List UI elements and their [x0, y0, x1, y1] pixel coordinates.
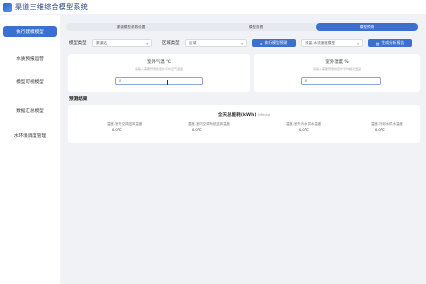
- scenario-select[interactable]: 流量-水流速度模型 ▾: [301, 39, 363, 47]
- metric-label: 温度-室外冷水供水温度: [286, 122, 322, 126]
- model-type-label: 模型类型: [69, 41, 87, 46]
- region-type-value: 区域: [189, 40, 197, 45]
- metric-label: 温度-室外空调送风温度: [107, 122, 143, 126]
- sidebar-item-dispatch[interactable]: 水环境调度管理: [3, 130, 57, 141]
- app-logo-icon: [3, 2, 12, 12]
- chevron-down-icon: ▾: [146, 42, 148, 46]
- tab-parameters[interactable]: 渠道模型参数设置: [66, 23, 196, 31]
- sidebar: 执行建模模型 水质预报运营 模型可视模型 数据汇总模型 水环境调度管理: [0, 15, 60, 284]
- tab-bar: 渠道模型参数设置 模型查看 模型预测: [66, 23, 418, 31]
- metric-value: 0.0℃: [192, 128, 202, 132]
- app-header: 渠道三维综合模型系统: [0, 0, 426, 14]
- humidity-hint: 请输入需要预测的室外平均相对湿度: [312, 67, 361, 71]
- temperature-hint: 请输入需要预测的室外平均空气温度: [134, 67, 183, 71]
- temperature-card: 室外气温 ℃ 请输入需要预测的室外平均空气温度 0: [68, 54, 250, 92]
- text-cursor-icon: [167, 79, 169, 85]
- chevron-down-icon: ▾: [357, 42, 359, 46]
- sidebar-item-forecast[interactable]: 水质预报运营: [3, 53, 57, 64]
- temperature-title: 室外气温 ℃: [147, 60, 171, 65]
- sidebar-item-visual[interactable]: 模型可视模型: [3, 76, 57, 87]
- metric-label: 温度-冷却水供水温度: [371, 122, 403, 126]
- metric-label: 湿度-室内空调系统送风温度: [188, 122, 230, 126]
- chevron-down-icon: ▾: [241, 42, 243, 46]
- scenario-value: 流量-水流速度模型: [305, 40, 336, 45]
- sidebar-item-model-build[interactable]: 执行建模模型: [3, 26, 57, 37]
- humidity-input[interactable]: 0: [301, 77, 381, 85]
- app-title: 渠道三维综合模型系统: [15, 3, 88, 11]
- model-type-select[interactable]: 渠道站 ▾: [92, 39, 152, 47]
- tab-view[interactable]: 模型查看: [196, 23, 316, 31]
- export-report-button[interactable]: ▤ 生成分析报告: [368, 39, 412, 47]
- metric-value: 0.0℃: [375, 128, 385, 132]
- metric-value: 0.0℃: [299, 128, 309, 132]
- results-card: 全天总能耗(kWh) kWh/kg 温度-室外空调送风温度 0.0℃ 湿度-室内…: [68, 105, 420, 143]
- metric-value: 0.0℃: [112, 128, 122, 132]
- temperature-input[interactable]: 0: [115, 77, 203, 85]
- tab-forecast[interactable]: 模型预测: [316, 23, 418, 31]
- sidebar-item-summary[interactable]: 数据汇总模型: [3, 105, 57, 116]
- document-icon: ▤: [375, 40, 380, 46]
- humidity-title: 室外湿度 %: [325, 60, 349, 65]
- run-forecast-button[interactable]: ▸ 执行模型预测: [252, 39, 296, 47]
- model-type-value: 渠道站: [96, 40, 107, 45]
- region-type-select[interactable]: 区域 ▾: [185, 39, 247, 47]
- region-type-label: 区域类型: [162, 41, 180, 46]
- results-section-title: 预测结果: [69, 97, 88, 102]
- humidity-card: 室外湿度 % 请输入需要预测的室外平均相对湿度 0: [254, 54, 420, 92]
- play-icon: ▸: [260, 40, 263, 46]
- results-summary-title: 全天总能耗(kWh) kWh/kg: [217, 113, 271, 118]
